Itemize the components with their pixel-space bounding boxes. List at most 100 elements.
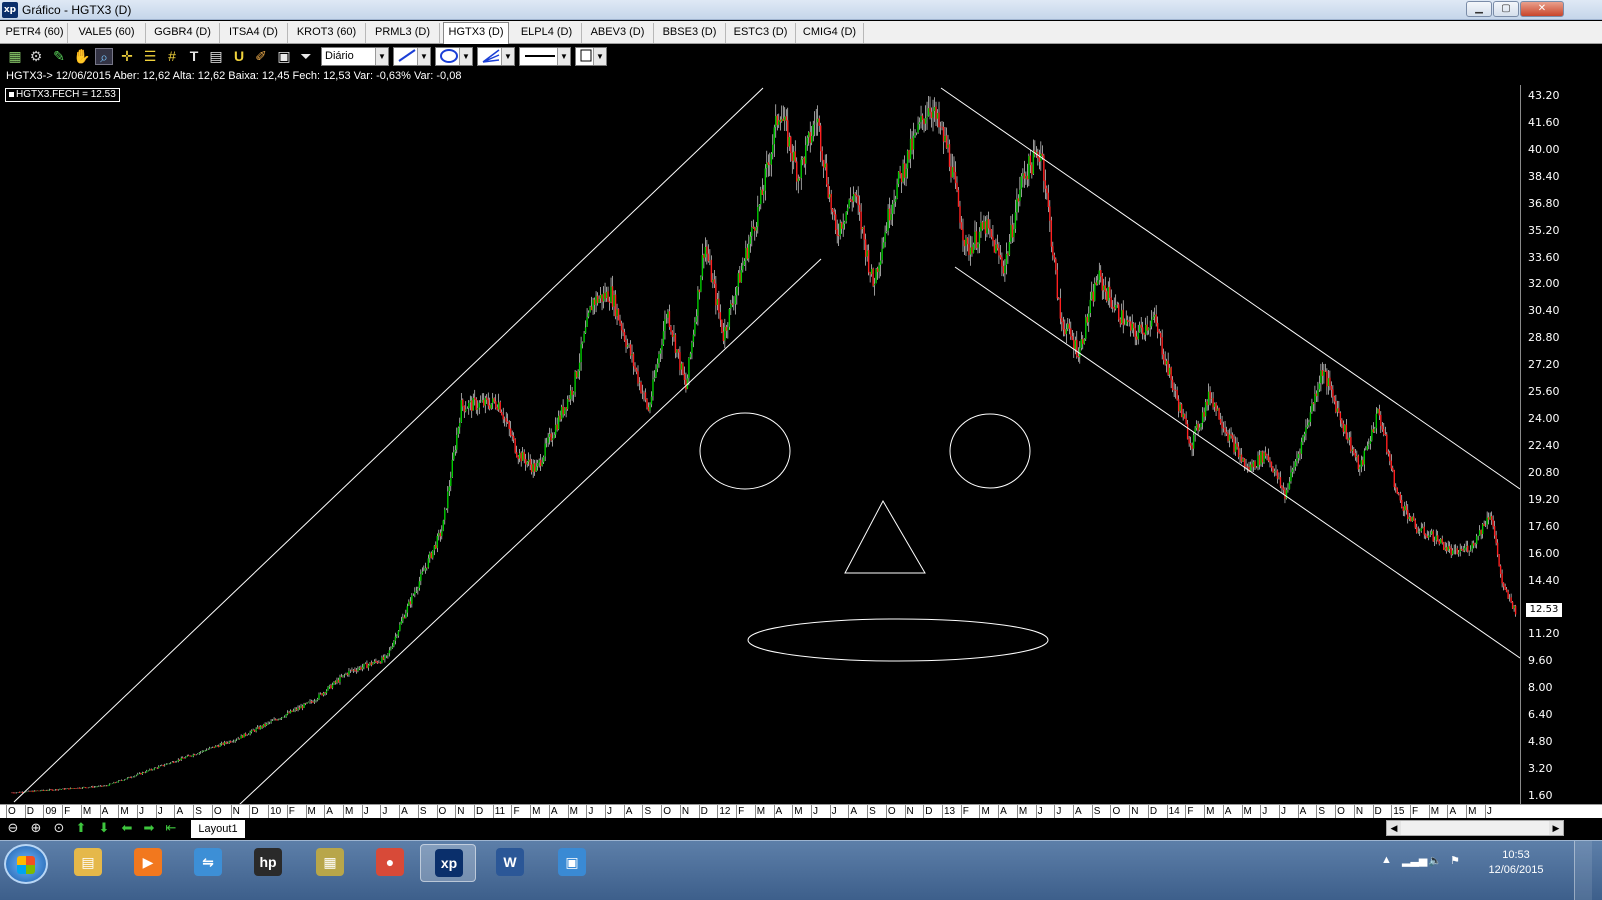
chevron-down-icon: ▼ xyxy=(501,48,514,65)
line-tool-select[interactable]: ▼ xyxy=(393,47,431,66)
drawing-ellipse-flat[interactable] xyxy=(747,618,1049,662)
tab-itsa4[interactable]: ITSA4 (D) xyxy=(220,23,288,43)
gear-icon[interactable]: ⚙ xyxy=(27,48,45,65)
arrow-left-icon[interactable]: ⬅ xyxy=(118,820,136,836)
volume-icon[interactable]: 🔈 xyxy=(1428,854,1442,867)
date-tick-mark xyxy=(1484,805,1486,818)
taskbar-app-media-player[interactable]: ▶ xyxy=(120,844,176,882)
series-legend[interactable]: HGTX3.FECH = 12.53 xyxy=(5,88,120,102)
line-style-select[interactable]: ▼ xyxy=(519,47,571,66)
crosshair-icon[interactable]: ✛ xyxy=(118,48,136,65)
date-tick-label: D xyxy=(1374,806,1382,817)
date-tick-label: S xyxy=(1318,806,1326,817)
arrow-up-icon[interactable]: ⬆ xyxy=(72,820,90,836)
scroll-right-icon[interactable]: ▶ xyxy=(1549,821,1563,835)
horizontal-scrollbar[interactable]: ◀ ▶ xyxy=(1386,820,1564,836)
channel-line-rising-upper[interactable] xyxy=(13,87,764,803)
taskbar-app-hp[interactable]: hp xyxy=(240,844,296,882)
price-tick-label: 28.80 xyxy=(1528,331,1560,345)
price-chart[interactable] xyxy=(0,68,1602,830)
system-clock[interactable]: 10:53 12/06/2015 xyxy=(1476,848,1556,878)
taskbar-app-network[interactable]: ⇋ xyxy=(180,844,236,882)
clipboard-icon[interactable]: ▣ xyxy=(275,48,293,65)
chart-canvas[interactable] xyxy=(0,68,1602,830)
date-tick-label: O xyxy=(663,806,671,817)
tab-vale5[interactable]: VALE5 (60) xyxy=(68,23,146,43)
signal-icon[interactable]: ▂▃▅ xyxy=(1402,854,1427,867)
zoom-fit-icon[interactable]: ⊙ xyxy=(50,820,68,836)
taskbar-app-word[interactable]: W xyxy=(482,844,538,882)
date-tick-mark xyxy=(193,805,195,818)
channel-line-falling-upper[interactable] xyxy=(940,87,1521,490)
tab-abev3[interactable]: ABEV3 (D) xyxy=(582,23,654,43)
last-price-tag: 12.53 xyxy=(1526,603,1562,617)
scroll-left-icon[interactable]: ◀ xyxy=(1387,821,1401,835)
price-tick-label: 36.80 xyxy=(1528,196,1560,210)
drawing-triangle[interactable] xyxy=(844,499,926,574)
price-tick-label: 20.80 xyxy=(1528,465,1560,479)
price-tick-label: 17.60 xyxy=(1528,519,1560,533)
shape-tool-select[interactable]: ▼ xyxy=(435,47,473,66)
pencil-icon[interactable]: ✎ xyxy=(50,48,68,65)
text-icon[interactable]: T xyxy=(185,48,203,65)
maximize-button[interactable]: ▢ xyxy=(1493,1,1519,17)
date-tick-label: J xyxy=(812,806,818,817)
grid-icon[interactable]: # xyxy=(163,48,181,65)
taskbar-app-scanner[interactable]: ▦ xyxy=(302,844,358,882)
date-tick-label: M xyxy=(532,806,541,817)
periodicity-value: Diário xyxy=(325,50,354,62)
price-tick-label: 30.40 xyxy=(1528,304,1560,318)
close-button[interactable]: ✕ xyxy=(1520,1,1564,17)
channel-line-falling-lower[interactable] xyxy=(954,266,1521,659)
ohlc-info-line: HGTX3-> 12/06/2015 Aber: 12,62 Alta: 12,… xyxy=(6,70,462,82)
periodicity-select[interactable]: Diário ▼ xyxy=(321,47,389,66)
layout-tab[interactable]: Layout1 xyxy=(191,820,245,838)
tab-cmig4[interactable]: CMIG4 (D) xyxy=(796,23,864,43)
taskbar-app-explorer[interactable]: ▤ xyxy=(60,844,116,882)
hand-icon[interactable]: ✋ xyxy=(73,48,91,65)
start-button[interactable] xyxy=(4,844,48,884)
date-tick-mark xyxy=(1260,805,1262,818)
arrow-right-icon[interactable]: ➡ xyxy=(140,820,158,836)
date-tick-mark xyxy=(829,805,831,818)
price-tick-label: 43.20 xyxy=(1528,89,1560,102)
taskbar-app-xp[interactable]: xp xyxy=(420,844,476,882)
chart-icon[interactable]: ▦ xyxy=(6,48,24,65)
fibonacci-icon[interactable]: ☰ xyxy=(141,48,159,65)
date-tick-label: N xyxy=(681,806,690,817)
arrow-down-icon[interactable]: ⬇ xyxy=(95,820,113,836)
flag-icon[interactable]: ⚑ xyxy=(1450,854,1460,867)
tab-elpl4[interactable]: ELPL4 (D) xyxy=(512,23,582,43)
tab-hgtx3[interactable]: HGTX3 (D) xyxy=(443,22,509,44)
color-select[interactable]: ▼ xyxy=(575,47,607,66)
date-tick-label: J xyxy=(588,806,594,817)
magnifier-icon[interactable]: ⌕ xyxy=(95,48,113,65)
arrow-end-icon[interactable]: ⇤ xyxy=(162,820,180,836)
tab-ggbr4[interactable]: GGBR4 (D) xyxy=(146,23,220,43)
price-tick-label: 19.20 xyxy=(1528,492,1560,506)
fan-tool-select[interactable]: ▼ xyxy=(477,47,515,66)
tab-estc3[interactable]: ESTC3 (D) xyxy=(726,23,796,43)
drawing-ellipse-left[interactable] xyxy=(699,412,791,490)
zoom-out-icon[interactable]: ⊖ xyxy=(4,820,22,836)
date-tick-mark xyxy=(530,805,532,818)
date-tick-label: A xyxy=(401,806,408,817)
brush-icon[interactable]: ✐ xyxy=(252,48,270,65)
calculator-icon[interactable]: ▤ xyxy=(207,48,225,65)
tab-prml3[interactable]: PRML3 (D) xyxy=(366,23,440,43)
show-desktop-button[interactable] xyxy=(1574,841,1592,900)
tray-expand-icon[interactable]: ▲ xyxy=(1381,854,1392,866)
channel-line-rising-lower[interactable] xyxy=(238,258,822,806)
tab-krot3[interactable]: KROT3 (60) xyxy=(288,23,366,43)
tab-petr4[interactable]: PETR4 (60) xyxy=(2,23,68,43)
filter-icon[interactable]: ⏷ xyxy=(297,48,315,65)
date-tick-label: F xyxy=(1187,806,1194,817)
taskbar-app-photos[interactable]: ▣ xyxy=(544,844,600,882)
drawing-ellipse-right[interactable] xyxy=(949,413,1031,489)
zoom-in-icon[interactable]: ⊕ xyxy=(27,820,45,836)
magnet-icon[interactable]: U xyxy=(230,48,248,65)
taskbar-app-chrome[interactable]: ● xyxy=(362,844,418,882)
minimize-button[interactable]: ▁ xyxy=(1466,1,1492,17)
date-tick-mark xyxy=(661,805,663,818)
tab-bbse3[interactable]: BBSE3 (D) xyxy=(654,23,726,43)
